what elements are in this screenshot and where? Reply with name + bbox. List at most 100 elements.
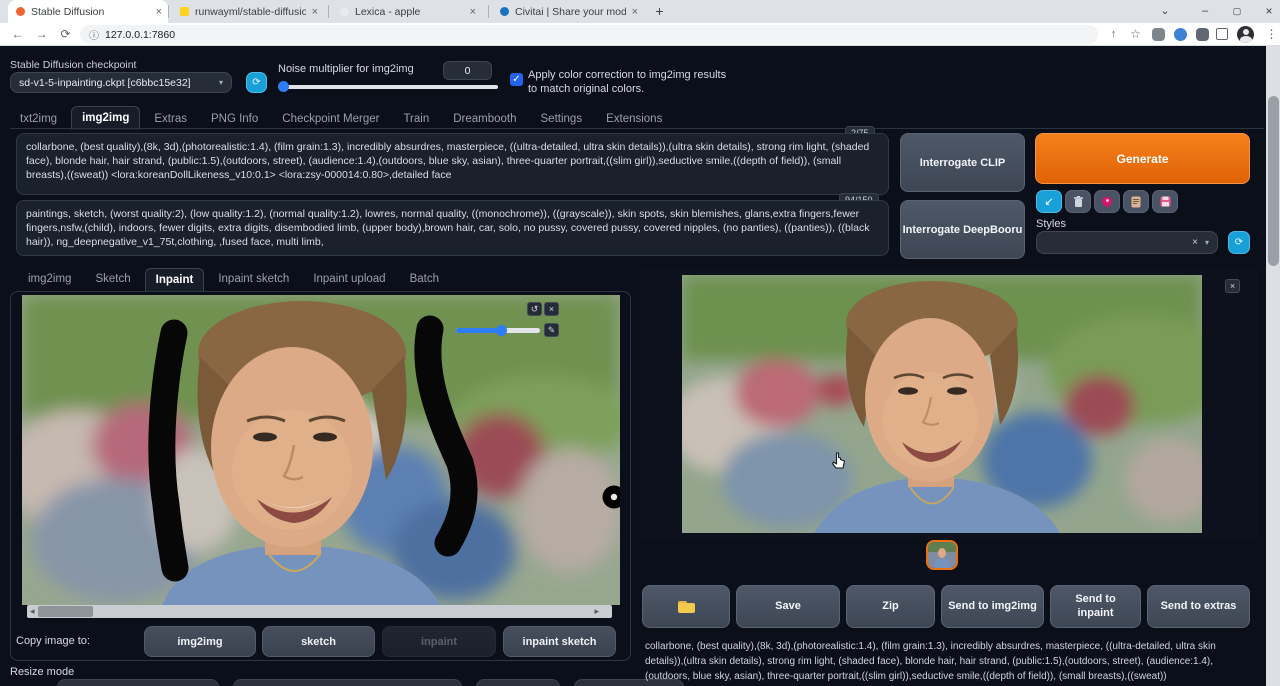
- noise-multiplier-slider[interactable]: [280, 85, 498, 89]
- generate-button[interactable]: Generate: [1035, 133, 1250, 184]
- bookmark-star-icon[interactable]: ☆: [1126, 25, 1145, 44]
- tab-txt2img[interactable]: txt2img: [10, 108, 67, 130]
- color-correction-checkbox[interactable]: ✓: [510, 73, 523, 86]
- close-result-icon[interactable]: ×: [1225, 279, 1240, 293]
- new-tab-button[interactable]: +: [650, 2, 669, 21]
- undo-icon[interactable]: ↺: [527, 302, 542, 316]
- browser-tab-civitai[interactable]: Civitai | Share your models ×: [492, 0, 644, 23]
- save-style-icon: [1160, 196, 1171, 207]
- checkpoint-dropdown[interactable]: sd-v1-5-inpainting.ckpt [c6bbc15e32] ▾: [10, 72, 232, 93]
- apply-style-button[interactable]: [1123, 190, 1149, 213]
- browser-tab-lexica[interactable]: Lexica - apple ×: [332, 0, 482, 23]
- gallery-thumbnail[interactable]: [926, 540, 958, 570]
- scroll-right-icon[interactable]: ▸: [594, 605, 599, 618]
- noise-slider-handle[interactable]: [278, 81, 289, 92]
- inpaint-canvas[interactable]: [22, 295, 620, 605]
- save-style-button[interactable]: [1152, 190, 1178, 213]
- tab-close-icon[interactable]: ×: [312, 6, 318, 18]
- subtab-img2img[interactable]: img2img: [18, 268, 81, 292]
- tab-settings[interactable]: Settings: [531, 108, 593, 130]
- paste-params-button[interactable]: ↙: [1036, 190, 1062, 213]
- send-to-extras-button[interactable]: Send to extras: [1147, 585, 1250, 628]
- tab-dreambooth[interactable]: Dreambooth: [443, 108, 526, 130]
- resize-mode-option[interactable]: [57, 679, 219, 686]
- thumbnail-image: [928, 542, 956, 568]
- side-panel-icon[interactable]: [1216, 28, 1228, 40]
- page-scrollbar[interactable]: [1266, 46, 1280, 686]
- styles-dropdown[interactable]: × ▾: [1036, 231, 1218, 254]
- clear-prompt-button[interactable]: [1065, 190, 1091, 213]
- brush-icon[interactable]: ✎: [544, 323, 559, 337]
- clear-styles-icon[interactable]: ×: [1192, 237, 1198, 248]
- copy-to-img2img-button[interactable]: img2img: [144, 626, 256, 657]
- reload-icon[interactable]: ⟳: [56, 25, 75, 44]
- copy-to-inpaint-button[interactable]: inpaint: [382, 626, 496, 657]
- tab-search-icon[interactable]: ⌄: [1150, 0, 1180, 23]
- send-to-img2img-button[interactable]: Send to img2img: [941, 585, 1044, 628]
- browser-tab-runwayml[interactable]: runwayml/stable-diffusion-inpa ×: [172, 0, 324, 23]
- mouse-cursor: [831, 452, 846, 472]
- browser-menu-icon[interactable]: ⋮: [1262, 25, 1280, 44]
- back-icon[interactable]: ←: [8, 25, 27, 44]
- extensions-puzzle-icon[interactable]: [1196, 28, 1209, 41]
- profile-avatar[interactable]: [1237, 26, 1254, 43]
- extra-networks-button[interactable]: [1094, 190, 1120, 213]
- resize-mode-option[interactable]: [233, 679, 462, 686]
- noise-multiplier-value[interactable]: 0: [443, 61, 492, 80]
- tab-train[interactable]: Train: [393, 108, 439, 130]
- tab-extensions[interactable]: Extensions: [596, 108, 672, 130]
- brush-slider-handle[interactable]: [496, 325, 507, 336]
- trash-icon: [1073, 196, 1084, 208]
- resize-mode-option[interactable]: [476, 679, 560, 686]
- canvas-hscroll-thumb[interactable]: [38, 606, 93, 617]
- site-info-icon[interactable]: ⓘ: [89, 27, 99, 42]
- window-close-button[interactable]: ×: [1254, 0, 1280, 23]
- open-folder-button[interactable]: [642, 585, 730, 628]
- extension-blue-icon[interactable]: [1174, 28, 1187, 41]
- result-image[interactable]: [682, 275, 1202, 533]
- checkpoint-label: Stable Diffusion checkpoint: [10, 59, 136, 71]
- tab-close-icon[interactable]: ×: [156, 6, 162, 18]
- subtab-inpaint-upload[interactable]: Inpaint upload: [303, 268, 395, 292]
- scroll-left-icon[interactable]: ◂: [30, 605, 35, 618]
- lexica-favicon: [340, 7, 349, 16]
- send-to-inpaint-button[interactable]: Send to inpaint: [1050, 585, 1141, 628]
- extension-grid-icon[interactable]: [1152, 28, 1165, 41]
- save-button[interactable]: Save: [736, 585, 840, 628]
- negative-prompt-input[interactable]: paintings, sketch, (worst quality:2), (l…: [16, 200, 889, 256]
- source-photo: [22, 295, 620, 605]
- generated-photo: [682, 275, 1202, 533]
- tab-checkpoint-merger[interactable]: Checkpoint Merger: [272, 108, 389, 130]
- forward-icon[interactable]: →: [32, 25, 51, 44]
- interrogate-clip-button[interactable]: Interrogate CLIP: [900, 133, 1025, 192]
- tab-img2img[interactable]: img2img: [71, 106, 140, 130]
- zip-button[interactable]: Zip: [846, 585, 935, 628]
- subtab-inpaint[interactable]: Inpaint: [145, 268, 205, 292]
- clipboard-icon: [1131, 196, 1141, 208]
- palette-icon: [1101, 196, 1113, 208]
- tab-divider: [168, 5, 169, 18]
- page-scrollbar-thumb[interactable]: [1268, 96, 1279, 266]
- window-maximize-button[interactable]: ▢: [1222, 0, 1252, 23]
- copy-to-inpaint-sketch-button[interactable]: inpaint sketch: [503, 626, 616, 657]
- tab-extras[interactable]: Extras: [144, 108, 197, 130]
- chevron-down-icon: ▾: [1205, 238, 1209, 247]
- prompt-input[interactable]: collarbone, (best quality),(8k, 3d),(pho…: [16, 133, 889, 195]
- clear-image-icon[interactable]: ×: [544, 302, 559, 316]
- subtab-inpaint-sketch[interactable]: Inpaint sketch: [208, 268, 299, 292]
- subtab-batch[interactable]: Batch: [400, 268, 449, 292]
- window-minimize-button[interactable]: –: [1190, 0, 1220, 23]
- tab-close-icon[interactable]: ×: [470, 6, 476, 18]
- tab-divider: [328, 5, 329, 18]
- subtab-sketch[interactable]: Sketch: [85, 268, 140, 292]
- canvas-hscrollbar[interactable]: ◂ ▸: [27, 605, 612, 618]
- browser-tab-stable-diffusion[interactable]: Stable Diffusion ×: [8, 0, 168, 23]
- refresh-checkpoints-button[interactable]: ⟳: [246, 72, 267, 93]
- tab-close-icon[interactable]: ×: [632, 6, 638, 18]
- interrogate-deepbooru-button[interactable]: Interrogate DeepBooru: [900, 200, 1025, 259]
- refresh-styles-button[interactable]: ⟳: [1228, 231, 1250, 254]
- tab-png-info[interactable]: PNG Info: [201, 108, 268, 130]
- copy-to-sketch-button[interactable]: sketch: [262, 626, 375, 657]
- share-icon[interactable]: ↑: [1104, 25, 1123, 44]
- address-bar[interactable]: ⓘ 127.0.0.1:7860: [80, 25, 1098, 44]
